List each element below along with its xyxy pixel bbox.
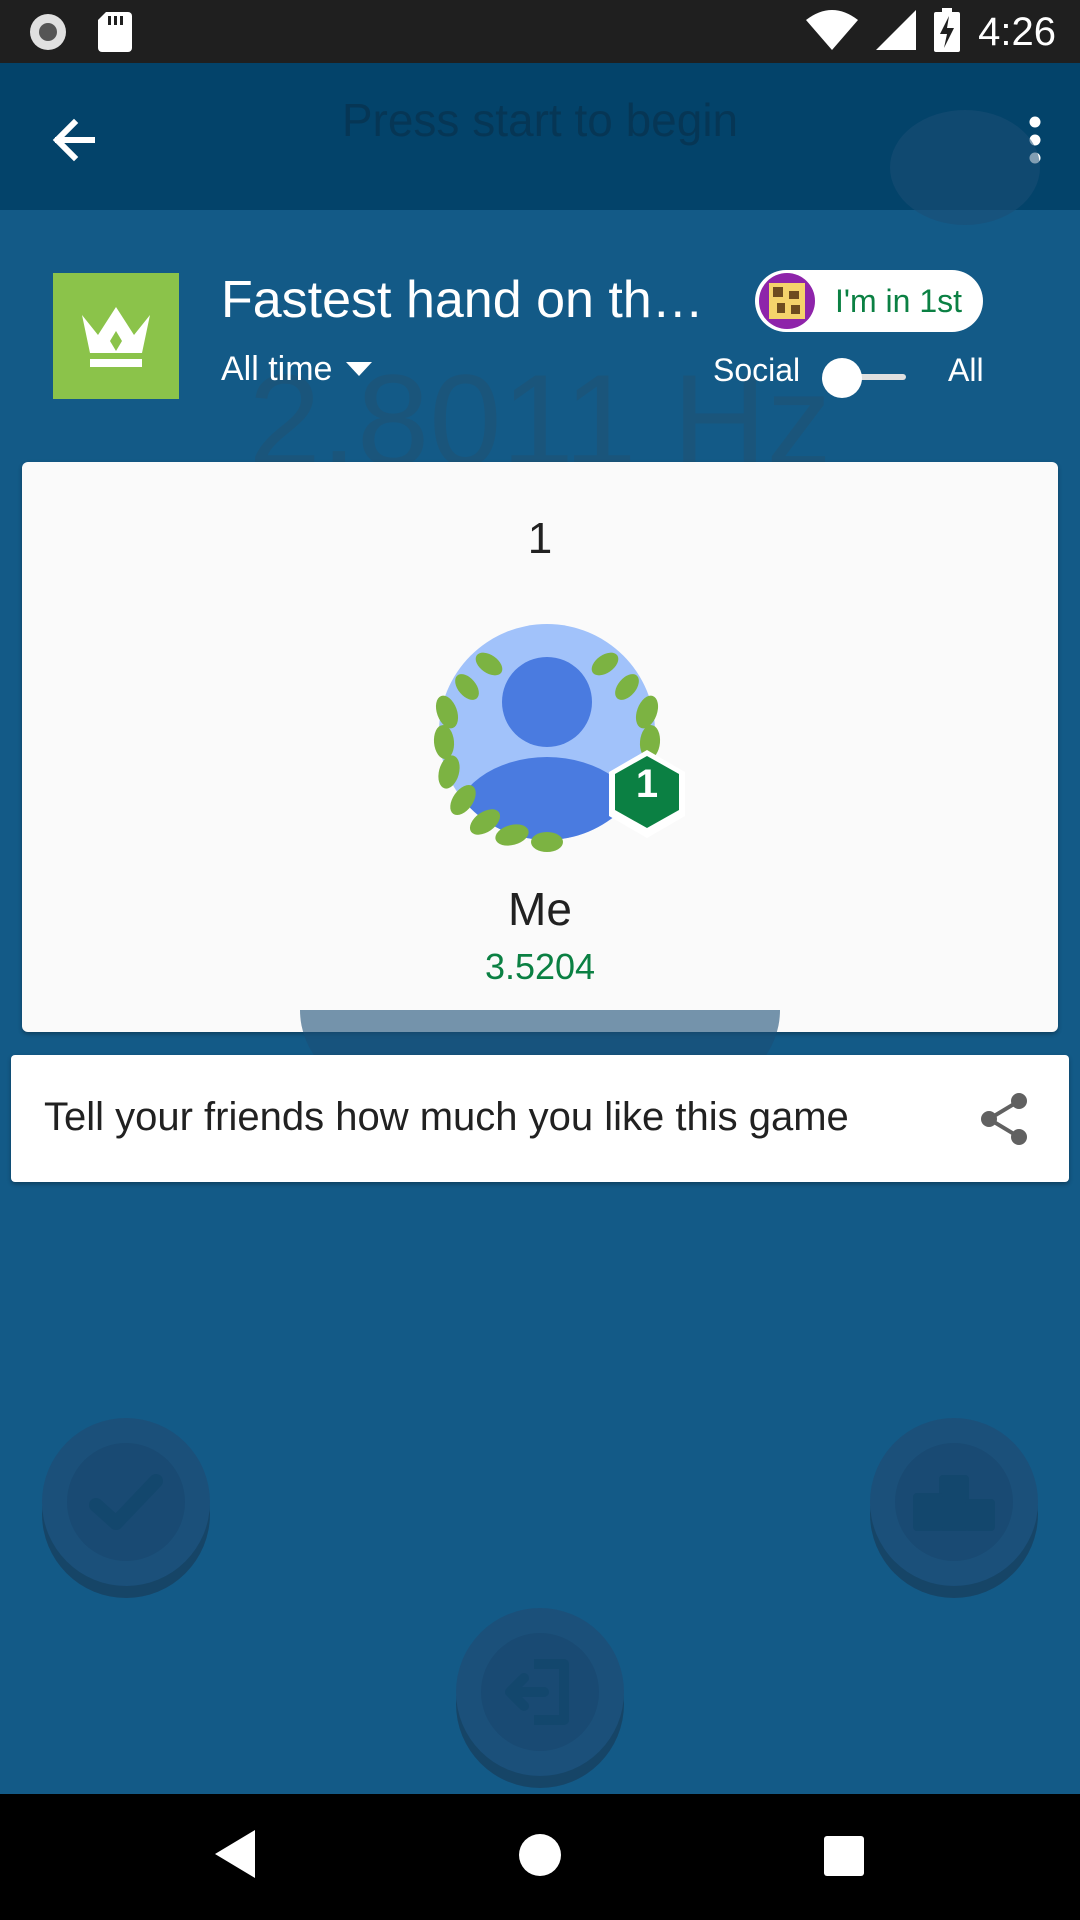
background-exit-button <box>456 1608 624 1776</box>
crown-icon <box>82 307 150 367</box>
leaderboard-header: Fastest hand on th… All time I'm in 1st … <box>0 210 1080 460</box>
player-avatar: 1 <box>397 602 697 872</box>
leaderboard-entry-card[interactable]: 1 1 Me 3.5204 <box>22 462 1058 1032</box>
social-all-toggle[interactable] <box>820 358 906 398</box>
share-bar[interactable]: Tell your friends how much you like this… <box>11 1055 1069 1182</box>
my-rank-label: I'm in 1st <box>835 282 963 319</box>
status-bar: 4:26 <box>0 0 1080 63</box>
podium-icon <box>913 1475 995 1531</box>
background-share-button <box>890 110 1040 225</box>
background-check-button <box>42 1418 210 1586</box>
signal-icon <box>876 10 917 55</box>
toggle-all-label: All <box>948 352 984 388</box>
rank-hex-number: 1 <box>635 762 659 806</box>
home-circle-icon[interactable] <box>519 1834 561 1876</box>
time-filter-label: All time <box>221 350 333 388</box>
dropdown-arrow-icon <box>346 361 373 376</box>
recents-square-icon[interactable] <box>824 1836 864 1876</box>
back-triangle-icon <box>215 1830 255 1878</box>
share-prompt: Tell your friends how much you like this… <box>44 1095 849 1139</box>
share-icon[interactable] <box>977 1091 1033 1147</box>
wifi-icon <box>806 10 859 55</box>
entry-rank: 1 <box>527 514 553 563</box>
player-avatar-small <box>759 273 815 329</box>
record-icon <box>28 12 68 57</box>
back-button[interactable] <box>40 105 110 175</box>
nav-back-button[interactable] <box>215 1830 255 1883</box>
my-rank-chip[interactable]: I'm in 1st <box>755 270 983 332</box>
player-name: Me <box>508 883 572 935</box>
leaderboard-title: Fastest hand on th… <box>221 271 704 329</box>
back-arrow-icon <box>52 118 95 162</box>
leaderboard-icon <box>53 273 179 399</box>
exit-icon <box>505 1659 569 1725</box>
status-time: 4:26 <box>978 10 1056 54</box>
background-podium-button <box>870 1418 1038 1586</box>
system-nav-bar <box>0 1794 1080 1920</box>
time-filter-dropdown[interactable]: All time <box>221 350 373 389</box>
check-icon <box>89 1474 163 1530</box>
sd-card-icon <box>98 12 132 57</box>
battery-charging-icon <box>934 8 961 57</box>
toggle-social-label: Social <box>713 352 801 388</box>
player-score: 3.5204 <box>484 946 596 987</box>
